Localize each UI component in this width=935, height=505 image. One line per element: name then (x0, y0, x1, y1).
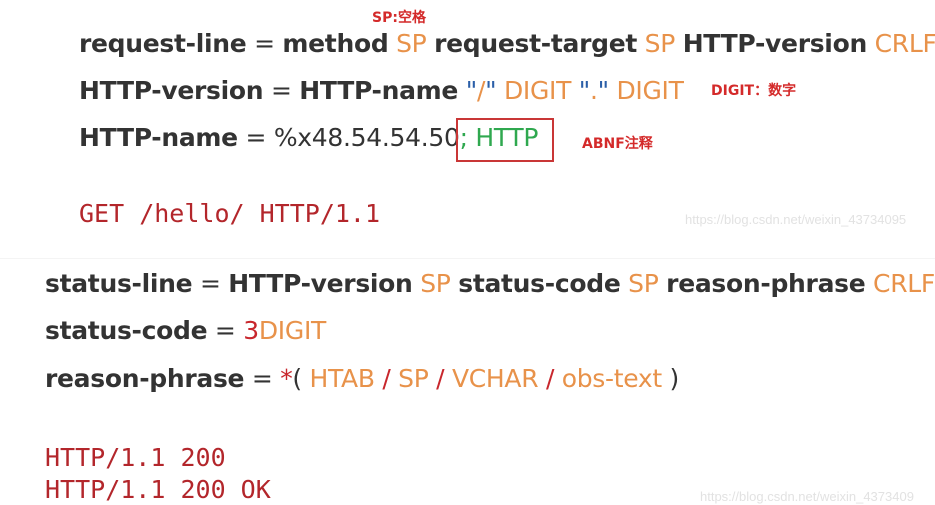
http-version-rule: HTTP-version = HTTP-name "/" DIGIT "." D… (79, 76, 684, 106)
slash-literal: "/" (465, 76, 497, 105)
open-paren: ( (292, 364, 302, 393)
sp-token: SP (396, 29, 427, 58)
rule-name: request-line (79, 29, 247, 58)
crlf-token: CRLF (873, 269, 935, 298)
three-digit: 3DIGIT (243, 316, 326, 345)
note-abnf: ABNF注释 (582, 136, 653, 152)
status-line-rule: status-line = HTTP-version SP status-cod… (45, 269, 935, 299)
reason-phrase-rule: reason-phrase = *( HTAB / SP / VCHAR / o… (45, 364, 679, 394)
rule-name: HTTP-name (79, 123, 238, 152)
watermark: https://blog.csdn.net/weixin_4373409 (700, 489, 914, 504)
http-version-token: HTTP-version (682, 29, 868, 58)
sp-token: SP (644, 29, 676, 58)
status-code-rule: status-code = 3DIGIT (45, 316, 326, 346)
divider (0, 258, 935, 259)
close-paren: ) (669, 364, 680, 393)
note-sp: SP:空格 (372, 10, 426, 26)
rule-name: status-code (45, 316, 208, 345)
rule-name: reason-phrase (45, 364, 245, 393)
repeat-star: * (280, 364, 293, 393)
obs-text-token: obs-text (561, 364, 662, 393)
request-target-token: request-target (434, 29, 638, 58)
http-name-token: HTTP-name (299, 76, 459, 105)
equals: = (199, 269, 221, 298)
dot-literal: "." (578, 76, 609, 105)
hex-value: %x48.54.54.50 (273, 123, 460, 152)
comment-highlight-box (456, 118, 554, 162)
status-code-token: status-code (458, 269, 621, 298)
rule-name: status-line (45, 269, 193, 298)
status-example: HTTP/1.1 200 (45, 443, 226, 472)
watermark: https://blog.csdn.net/weixin_43734095 (685, 212, 907, 227)
alternation: / (436, 364, 445, 393)
note-digit: DIGIT：数字 (711, 83, 797, 99)
sp-token: SP (628, 269, 659, 298)
vchar-token: VCHAR (451, 364, 539, 393)
equals: = (251, 364, 273, 393)
crlf-token: CRLF (874, 29, 935, 58)
alternation: / (545, 364, 555, 393)
equals: = (254, 29, 275, 58)
rule-name: HTTP-version (79, 76, 264, 105)
request-example: GET /hello/ HTTP/1.1 (79, 199, 381, 228)
request-line-rule: request-line = method SP request-target … (79, 29, 935, 59)
htab-token: HTAB (309, 364, 375, 393)
equals: = (214, 316, 236, 345)
alternation: / (382, 364, 391, 393)
status-example: HTTP/1.1 200 OK (45, 475, 271, 504)
sp-token: SP (420, 269, 451, 298)
method-token: method (282, 29, 389, 58)
digit-token: DIGIT (503, 76, 572, 105)
http-version-token: HTTP-version (228, 269, 413, 298)
sp-token: SP (398, 364, 429, 393)
equals: = (270, 76, 292, 105)
digit-token: DIGIT (616, 76, 684, 105)
equals: = (245, 123, 267, 152)
reason-phrase-token: reason-phrase (666, 269, 866, 298)
